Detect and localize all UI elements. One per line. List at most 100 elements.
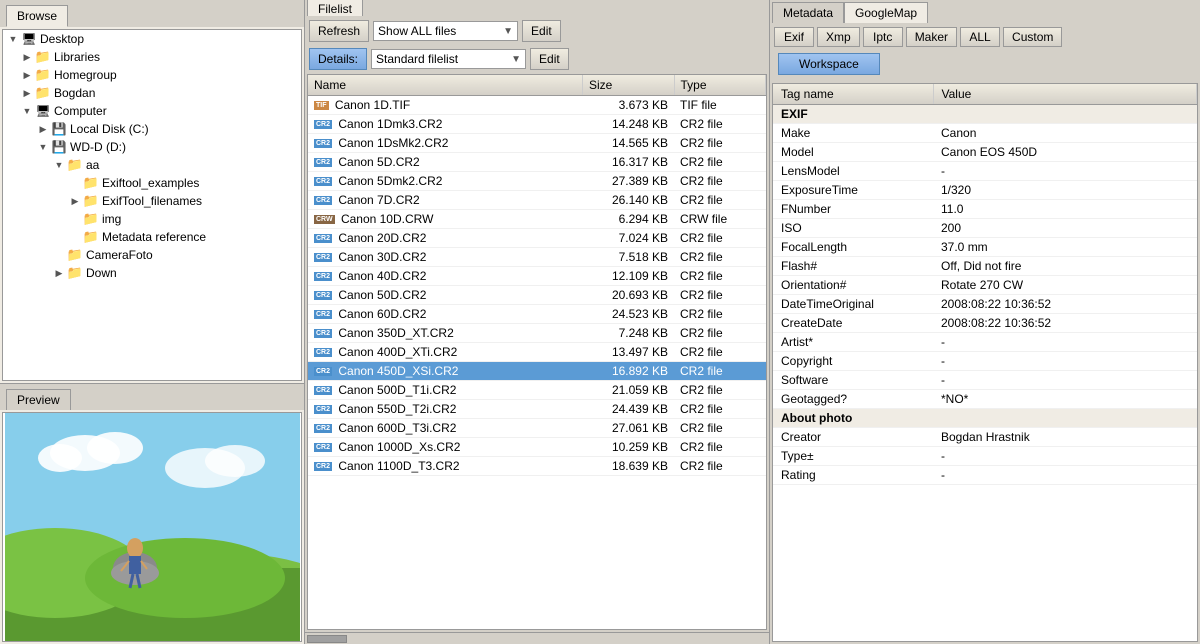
col-header-tag[interactable]: Tag name <box>773 84 933 105</box>
expand-icon[interactable]: ▶ <box>67 193 83 209</box>
file-type-cell: CR2 file <box>674 267 766 286</box>
googlemap-tab[interactable]: GoogleMap <box>844 2 928 23</box>
meta-table-container[interactable]: Tag name Value EXIF Make Canon Model Can… <box>772 83 1198 642</box>
metadata-tab[interactable]: Metadata <box>772 2 844 23</box>
standard-filelist-dropdown[interactable]: Standard filelist ▼ <box>371 49 526 69</box>
tree-item-wd-d[interactable]: ▼ 💾 WD-D (D:) <box>3 138 301 156</box>
exif-button[interactable]: Exif <box>774 27 814 47</box>
expand-icon[interactable]: ▶ <box>19 49 35 65</box>
refresh-button[interactable]: Refresh <box>309 20 369 42</box>
table-row[interactable]: CR2 Canon 20D.CR2 7.024 KB CR2 file <box>308 229 766 248</box>
col-header-type[interactable]: Type <box>674 75 766 96</box>
file-name-cell: CR2 Canon 30D.CR2 <box>308 248 583 267</box>
file-name: Canon 5D.CR2 <box>338 155 419 169</box>
tree-item-homegroup[interactable]: ▶ 📁 Homegroup <box>3 66 301 84</box>
table-row[interactable]: CR2 Canon 30D.CR2 7.518 KB CR2 file <box>308 248 766 267</box>
tree-item-down[interactable]: ▶ 📁 Down <box>3 264 301 282</box>
browse-tab[interactable]: Browse <box>6 5 68 27</box>
meta-tag-cell: ISO <box>773 219 933 238</box>
tree-item-aa[interactable]: ▼ 📁 aa <box>3 156 301 174</box>
expand-icon[interactable]: ▶ <box>19 67 35 83</box>
tree-item-metadata-ref[interactable]: ▶ 📁 Metadata reference <box>3 228 301 246</box>
table-row[interactable]: CR2 Canon 400D_XTi.CR2 13.497 KB CR2 fil… <box>308 343 766 362</box>
tree-item-local-disk[interactable]: ▶ 💾 Local Disk (C:) <box>3 120 301 138</box>
tree-item-exiftool-filenames[interactable]: ▶ 📁 ExifTool_filenames <box>3 192 301 210</box>
expand-icon[interactable]: ▶ <box>51 265 67 281</box>
tree-item-exiftool-examples[interactable]: ▶ 📁 Exiftool_examples <box>3 174 301 192</box>
show-all-dropdown[interactable]: Show ALL files ▼ <box>373 21 518 41</box>
edit2-button[interactable]: Edit <box>530 48 569 70</box>
middle-panel: Filelist Refresh Show ALL files ▼ Edit D… <box>305 0 770 644</box>
table-row[interactable]: CR2 Canon 40D.CR2 12.109 KB CR2 file <box>308 267 766 286</box>
expand-icon[interactable]: ▶ <box>19 85 35 101</box>
details-button[interactable]: Details: <box>309 48 367 70</box>
file-type-icon: CR2 <box>314 253 332 262</box>
col-header-value[interactable]: Value <box>933 84 1197 105</box>
meta-value-cell: - <box>933 466 1197 485</box>
file-size-cell: 7.024 KB <box>583 229 675 248</box>
table-row[interactable]: CR2 Canon 1Dmk3.CR2 14.248 KB CR2 file <box>308 115 766 134</box>
expand-icon[interactable]: ▶ <box>35 121 51 137</box>
meta-row: Geotagged? *NO* <box>773 390 1197 409</box>
table-row[interactable]: CR2 Canon 450D_XSi.CR2 16.892 KB CR2 fil… <box>308 362 766 381</box>
tree-label: CameraFoto <box>86 248 153 262</box>
table-row[interactable]: CR2 Canon 50D.CR2 20.693 KB CR2 file <box>308 286 766 305</box>
table-row[interactable]: TIF Canon 1D.TIF 3.673 KB TIF file <box>308 96 766 115</box>
table-row[interactable]: CR2 Canon 500D_T1i.CR2 21.059 KB CR2 fil… <box>308 381 766 400</box>
meta-tag-cell: FocalLength <box>773 238 933 257</box>
table-row[interactable]: CR2 Canon 7D.CR2 26.140 KB CR2 file <box>308 191 766 210</box>
meta-value-cell: 200 <box>933 219 1197 238</box>
meta-row: Make Canon <box>773 124 1197 143</box>
file-size-cell: 18.639 KB <box>583 457 675 476</box>
meta-tag-cell: Creator <box>773 428 933 447</box>
tree-item-desktop[interactable]: ▼ 🖥 Desktop <box>3 30 301 48</box>
file-name-cell: CR2 Canon 1DsMk2.CR2 <box>308 134 583 153</box>
preview-tab[interactable]: Preview <box>6 389 71 410</box>
standard-filelist-label: Standard filelist <box>376 52 458 66</box>
table-row[interactable]: CRW Canon 10D.CRW 6.294 KB CRW file <box>308 210 766 229</box>
table-row[interactable]: CR2 Canon 550D_T2i.CR2 24.439 KB CR2 fil… <box>308 400 766 419</box>
table-row[interactable]: CR2 Canon 1DsMk2.CR2 14.565 KB CR2 file <box>308 134 766 153</box>
horizontal-scrollbar[interactable] <box>305 632 769 644</box>
col-header-name[interactable]: Name <box>308 75 583 96</box>
table-row[interactable]: CR2 Canon 60D.CR2 24.523 KB CR2 file <box>308 305 766 324</box>
iptc-button[interactable]: Iptc <box>863 27 903 47</box>
file-table-container[interactable]: Name Size Type TIF Canon 1D.TIF 3.673 KB… <box>307 74 767 630</box>
tree-item-camerafoto[interactable]: ▶ 📁 CameraFoto <box>3 246 301 264</box>
tree-item-bogdan[interactable]: ▶ 📁 Bogdan <box>3 84 301 102</box>
meta-value-cell: - <box>933 371 1197 390</box>
file-type-cell: CR2 file <box>674 419 766 438</box>
tree-item-libraries[interactable]: ▶ 📁 Libraries <box>3 48 301 66</box>
expand-icon[interactable]: ▼ <box>5 31 21 47</box>
meta-value-cell: *NO* <box>933 390 1197 409</box>
file-size-cell: 13.497 KB <box>583 343 675 362</box>
meta-tag-cell: Model <box>773 143 933 162</box>
table-row[interactable]: CR2 Canon 600D_T3i.CR2 27.061 KB CR2 fil… <box>308 419 766 438</box>
expand-icon[interactable]: ▼ <box>19 103 35 119</box>
expand-icon[interactable]: ▼ <box>51 157 67 173</box>
expand-icon[interactable]: ▼ <box>35 139 51 155</box>
tree-item-img[interactable]: ▶ 📁 img <box>3 210 301 228</box>
tree-label: aa <box>86 158 99 172</box>
tree-label: Computer <box>54 104 107 118</box>
workspace-button[interactable]: Workspace <box>778 53 880 75</box>
file-name: Canon 50D.CR2 <box>338 288 426 302</box>
meta-row: ISO 200 <box>773 219 1197 238</box>
col-header-size[interactable]: Size <box>583 75 675 96</box>
xmp-button[interactable]: Xmp <box>817 27 860 47</box>
maker-button[interactable]: Maker <box>906 27 957 47</box>
table-row[interactable]: CR2 Canon 5Dmk2.CR2 27.389 KB CR2 file <box>308 172 766 191</box>
file-type-icon: CR2 <box>314 329 332 338</box>
table-row[interactable]: CR2 Canon 1000D_Xs.CR2 10.259 KB CR2 fil… <box>308 438 766 457</box>
edit-button[interactable]: Edit <box>522 20 561 42</box>
file-type-icon: CRW <box>314 215 335 224</box>
table-row[interactable]: CR2 Canon 1100D_T3.CR2 18.639 KB CR2 fil… <box>308 457 766 476</box>
all-button[interactable]: ALL <box>960 27 1000 47</box>
custom-button[interactable]: Custom <box>1003 27 1062 47</box>
table-row[interactable]: CR2 Canon 5D.CR2 16.317 KB CR2 file <box>308 153 766 172</box>
file-size-cell: 24.439 KB <box>583 400 675 419</box>
table-row[interactable]: CR2 Canon 350D_XT.CR2 7.248 KB CR2 file <box>308 324 766 343</box>
file-type-cell: CR2 file <box>674 343 766 362</box>
tree-item-computer[interactable]: ▼ 🖥 Computer <box>3 102 301 120</box>
meta-value-cell: 1/320 <box>933 181 1197 200</box>
